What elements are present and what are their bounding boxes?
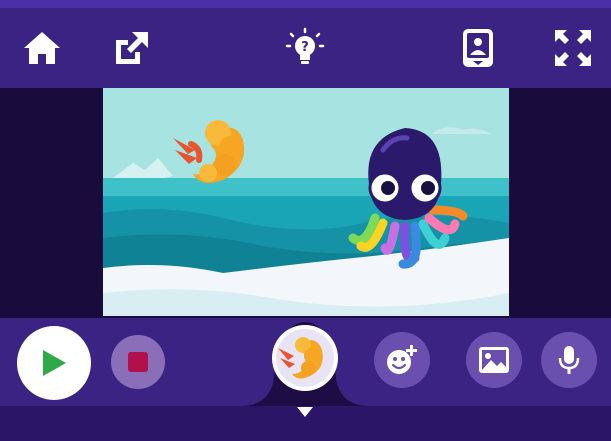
- stop-icon: [128, 352, 148, 372]
- stage[interactable]: [103, 88, 509, 316]
- backdrop-button[interactable]: [466, 332, 522, 388]
- stop-button[interactable]: [111, 335, 165, 389]
- device-view-icon[interactable]: [456, 26, 500, 70]
- toolbar-accent-strip: [0, 0, 611, 8]
- backdrop-icon: [479, 347, 509, 373]
- home-icon[interactable]: [20, 26, 64, 70]
- microphone-button[interactable]: [541, 332, 597, 388]
- svg-text:?: ?: [301, 40, 309, 55]
- sprite-selector-tab[interactable]: [240, 318, 370, 406]
- add-sprite-button[interactable]: [374, 332, 430, 388]
- play-icon: [43, 350, 66, 376]
- microphone-icon: [558, 346, 580, 374]
- top-toolbar: ?: [0, 0, 611, 88]
- share-icon[interactable]: [108, 26, 152, 70]
- add-sprite-icon: [387, 345, 417, 374]
- play-button[interactable]: [17, 326, 91, 400]
- chevron-down-icon[interactable]: [296, 406, 314, 418]
- hint-bulb-icon[interactable]: ?: [283, 26, 327, 70]
- fullscreen-icon[interactable]: [551, 26, 595, 70]
